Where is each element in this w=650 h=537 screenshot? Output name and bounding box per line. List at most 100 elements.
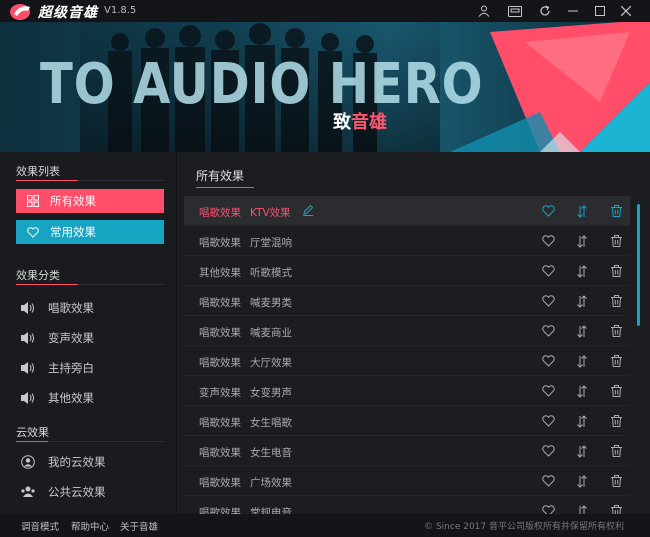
close-icon[interactable] (613, 0, 639, 22)
favorite-icon[interactable] (541, 234, 555, 248)
effect-row[interactable]: 其他效果 听歌模式 (184, 256, 630, 286)
effect-category: 唱歌效果 (199, 297, 241, 309)
effect-category: 其他效果 (199, 267, 241, 279)
category-item[interactable]: 主持旁白 (20, 357, 94, 379)
effect-name: 听歌模式 (250, 267, 292, 279)
effect-row[interactable]: 唱歌效果 喊麦商业 (184, 316, 630, 346)
favorite-icon[interactable] (541, 384, 555, 398)
effects-list: 唱歌效果 KTV效果 唱歌效果 厅堂混响 其他效果 听歌模式 唱歌效果 喊麦男类 唱歌效果 喊麦商… (184, 196, 630, 514)
section-divider (16, 441, 164, 442)
sort-icon[interactable] (575, 294, 589, 308)
delete-icon[interactable] (609, 324, 623, 338)
maximize-icon[interactable] (587, 0, 613, 22)
effect-category: 唱歌效果 (199, 327, 241, 339)
sort-icon[interactable] (575, 324, 589, 338)
delete-icon[interactable] (609, 294, 623, 308)
effect-category: 唱歌效果 (199, 477, 241, 489)
effect-name: 女生唱歌 (250, 417, 292, 429)
effect-row[interactable]: 唱歌效果 常规电音 (184, 496, 630, 514)
favorite-icon[interactable] (541, 204, 555, 218)
delete-icon[interactable] (609, 474, 623, 488)
favorite-icon[interactable] (541, 324, 555, 338)
favorite-icon[interactable] (541, 474, 555, 488)
favorite-icon[interactable] (541, 294, 555, 308)
effect-row[interactable]: 变声效果 女变男声 (184, 376, 630, 406)
sort-icon[interactable] (575, 204, 589, 218)
user-icon[interactable] (471, 0, 497, 22)
sort-icon[interactable] (575, 264, 589, 278)
category-item[interactable]: 其他效果 (20, 387, 94, 409)
cloud-effects-title: 云效果 (16, 426, 49, 439)
effect-row[interactable]: 唱歌效果 广场效果 (184, 466, 630, 496)
effect-name: 女生电音 (250, 447, 292, 459)
effect-row[interactable]: 唱歌效果 大厅效果 (184, 346, 630, 376)
speaker-icon (20, 300, 36, 316)
favorite-icon[interactable] (541, 264, 555, 278)
sort-icon[interactable] (575, 504, 589, 514)
cloud-item-label: 公共云效果 (48, 485, 106, 499)
edit-icon[interactable] (302, 204, 316, 218)
heart-icon (26, 225, 40, 239)
scrollbar[interactable] (637, 204, 640, 326)
effect-category: 唱歌效果 (199, 357, 241, 369)
section-divider (16, 180, 164, 181)
delete-icon[interactable] (609, 414, 623, 428)
effect-name: 大厅效果 (250, 357, 292, 369)
sort-icon[interactable] (575, 234, 589, 248)
all-effects-button[interactable]: 所有效果 (16, 189, 164, 213)
favorite-icon[interactable] (541, 354, 555, 368)
sort-icon[interactable] (575, 414, 589, 428)
category-label: 其他效果 (48, 391, 94, 405)
category-item[interactable]: 变声效果 (20, 327, 94, 349)
category-label: 唱歌效果 (48, 301, 94, 315)
favorite-icon[interactable] (541, 504, 555, 514)
effect-name: 女变男声 (250, 387, 292, 399)
about-link[interactable]: 关于音雄 (120, 519, 158, 533)
effect-row[interactable]: 唱歌效果 喊麦男类 (184, 286, 630, 316)
section-divider (16, 284, 164, 285)
delete-icon[interactable] (609, 264, 623, 278)
banner-subtitle: 致音雄 (333, 108, 387, 134)
tuning-mode-link[interactable]: 调音模式 (21, 519, 59, 533)
banner-title: TO AUDIO HERO (40, 52, 484, 117)
effect-row[interactable]: 唱歌效果 厅堂混响 (184, 226, 630, 256)
banner-subtitle-accent: 音雄 (351, 112, 387, 133)
refresh-icon[interactable] (532, 0, 558, 22)
sort-icon[interactable] (575, 444, 589, 458)
delete-icon[interactable] (609, 384, 623, 398)
effect-category: 唱歌效果 (199, 507, 241, 514)
delete-icon[interactable] (609, 204, 623, 218)
footer: 调音模式 帮助中心 关于音雄 © Since 2017 音平公司版权所有并保留所… (0, 514, 650, 537)
people-icon (20, 484, 36, 500)
category-item[interactable]: 唱歌效果 (20, 297, 94, 319)
minimize-icon[interactable] (560, 0, 586, 22)
effect-row[interactable]: 唱歌效果 KTV效果 (184, 196, 630, 226)
delete-icon[interactable] (609, 444, 623, 458)
sort-icon[interactable] (575, 354, 589, 368)
effect-row[interactable]: 唱歌效果 女生电音 (184, 436, 630, 466)
device-icon[interactable] (502, 0, 528, 22)
favorite-icon[interactable] (541, 414, 555, 428)
effects-list-title: 效果列表 (16, 165, 60, 178)
delete-icon[interactable] (609, 504, 623, 514)
sort-icon[interactable] (575, 384, 589, 398)
effect-category: 变声效果 (199, 387, 241, 399)
common-effects-button[interactable]: 常用效果 (16, 220, 164, 244)
delete-icon[interactable] (609, 354, 623, 368)
panel-title-underline (196, 187, 254, 188)
help-center-link[interactable]: 帮助中心 (71, 519, 109, 533)
speaker-icon (20, 330, 36, 346)
effect-category: 唱歌效果 (199, 417, 241, 429)
sidebar: 效果列表 所有效果 常用效果 效果分类 唱歌效果 变声效果 主持旁白 其他效果 云效果… (0, 152, 176, 514)
hero-banner: TO AUDIO HERO 致音雄 (0, 22, 650, 152)
category-label: 变声效果 (48, 331, 94, 345)
effect-row[interactable]: 唱歌效果 女生唱歌 (184, 406, 630, 436)
cloud-item-public[interactable]: 公共云效果 (20, 481, 106, 503)
effect-category: 唱歌效果 (199, 447, 241, 459)
effect-name: 厅堂混响 (250, 237, 292, 249)
sort-icon[interactable] (575, 474, 589, 488)
delete-icon[interactable] (609, 234, 623, 248)
favorite-icon[interactable] (541, 444, 555, 458)
copyright-text: © Since 2017 音平公司版权所有并保留所有权利 (424, 522, 624, 532)
cloud-item-mine[interactable]: 我的云效果 (20, 451, 106, 473)
